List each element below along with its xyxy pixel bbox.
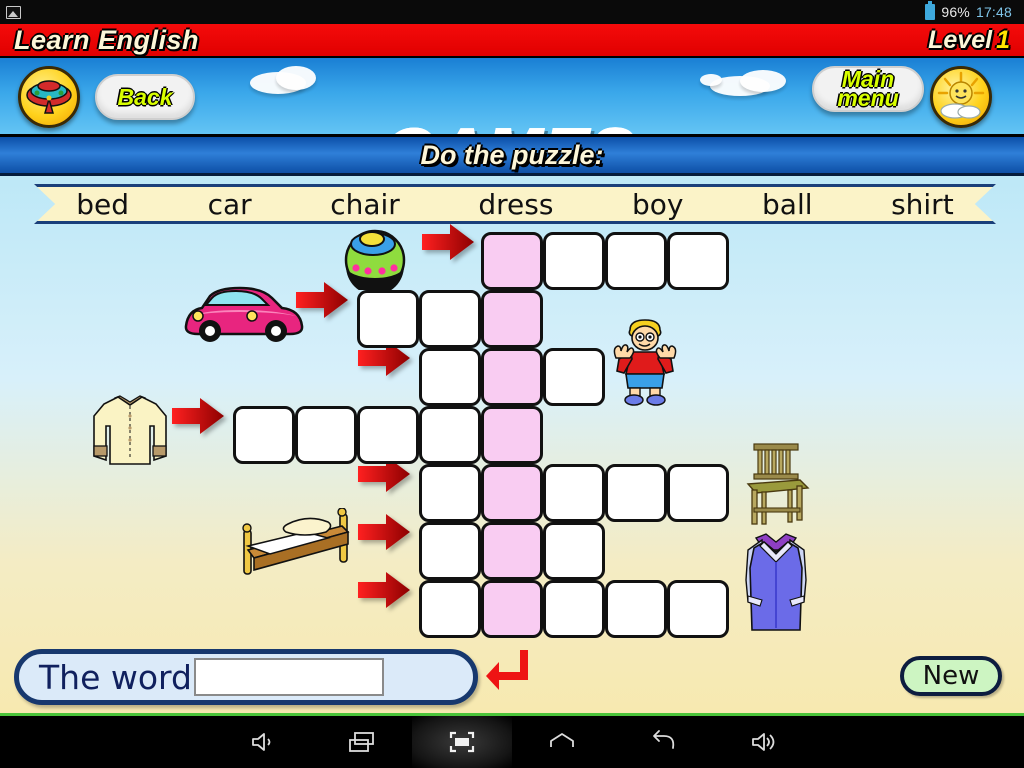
boy-picture — [608, 316, 682, 408]
word-bank-item[interactable]: boy — [632, 188, 683, 221]
level-indicator: Level 1 — [928, 26, 1010, 55]
word-bank-item[interactable]: chair — [330, 188, 400, 221]
puzzle-cell[interactable] — [419, 290, 481, 348]
word-bank-item[interactable]: car — [208, 188, 252, 221]
boy-glyph — [613, 319, 677, 406]
android-nav-bar — [0, 716, 1024, 768]
enter-arrow-icon — [486, 648, 528, 694]
puzzle-cell[interactable] — [667, 580, 729, 638]
back-button-label: Back — [117, 83, 173, 110]
spinning-top-glyph — [26, 80, 72, 114]
puzzle-cell[interactable] — [481, 464, 543, 522]
instruction-text: Do the puzzle: — [420, 139, 604, 170]
sun-icon[interactable] — [930, 66, 992, 128]
back-button[interactable]: Back — [88, 64, 203, 120]
row-arrow-dress — [358, 570, 410, 610]
android-status-bar: 96% 17:48 — [0, 0, 1024, 24]
puzzle-cell[interactable] — [419, 348, 481, 406]
cloud-decoration — [700, 74, 722, 86]
puzzle-cell[interactable] — [543, 522, 605, 580]
main-menu-button[interactable]: Main menu — [805, 56, 932, 112]
chair-picture — [742, 440, 812, 530]
level-number: 1 — [996, 25, 1010, 54]
word-bank-item[interactable]: ball — [762, 188, 813, 221]
answer-panel: The word — [14, 649, 478, 705]
puzzle-cell[interactable] — [357, 406, 419, 464]
recent-apps-icon[interactable] — [312, 716, 412, 768]
puzzle-cell[interactable] — [543, 464, 605, 522]
puzzle-cell[interactable] — [543, 348, 605, 406]
car-glyph — [184, 286, 304, 342]
row-arrow-ball — [422, 222, 474, 262]
puzzle-cell[interactable] — [543, 232, 605, 290]
cloud-decoration — [276, 66, 316, 90]
puzzle-cell[interactable] — [481, 348, 543, 406]
ball-glyph — [344, 229, 406, 295]
word-bank-item[interactable]: dress — [478, 188, 553, 221]
home-icon[interactable] — [512, 716, 612, 768]
status-left — [6, 5, 21, 19]
app-title-bar: Learn English Level 1 — [0, 24, 1024, 58]
row-arrow-shirt — [172, 396, 224, 436]
puzzle-play-area: bed car chair dress boy ball shirt The w… — [0, 176, 1024, 716]
word-bank: bed car chair dress boy ball shirt — [34, 184, 996, 224]
dress-glyph — [745, 533, 807, 631]
puzzle-cell[interactable] — [481, 290, 543, 348]
image-icon — [6, 5, 21, 19]
puzzle-cell[interactable] — [481, 522, 543, 580]
volume-up-icon[interactable] — [712, 716, 812, 768]
puzzle-cell[interactable] — [605, 464, 667, 522]
word-bank-item[interactable]: bed — [76, 188, 129, 221]
enter-arrow-glyph — [486, 650, 528, 690]
instruction-banner: Do the puzzle: — [0, 134, 1024, 176]
games-logo: GAMES — [330, 114, 690, 135]
car-picture — [178, 282, 310, 344]
screenshot-icon[interactable] — [412, 716, 512, 768]
ball-picture — [342, 228, 408, 295]
app-title: Learn English — [14, 24, 200, 55]
status-right: 96% 17:48 — [925, 1, 1018, 20]
puzzle-cell[interactable] — [419, 464, 481, 522]
puzzle-cell[interactable] — [481, 232, 543, 290]
back-icon[interactable] — [612, 716, 712, 768]
answer-label: The word — [39, 657, 192, 697]
row-arrow-car — [296, 280, 348, 320]
row-arrow-bed — [358, 512, 410, 552]
puzzle-cell[interactable] — [419, 406, 481, 464]
cloud-decoration — [740, 70, 786, 92]
clock: 17:48 — [975, 4, 1012, 20]
puzzle-cell[interactable] — [543, 580, 605, 638]
dress-picture — [740, 528, 812, 638]
sun-glyph — [937, 71, 985, 119]
new-puzzle-button-label: New — [922, 661, 980, 691]
chair-glyph — [746, 443, 810, 525]
puzzle-cell[interactable] — [357, 290, 419, 348]
puzzle-cell[interactable] — [605, 232, 667, 290]
bed-glyph — [242, 507, 350, 575]
battery-percent: 96% — [941, 4, 970, 20]
main-menu-line2: menu — [837, 85, 899, 111]
spinning-top-icon[interactable] — [18, 66, 80, 128]
word-bank-item[interactable]: shirt — [891, 188, 954, 221]
battery-icon — [925, 1, 936, 20]
answer-input[interactable] — [193, 658, 384, 696]
level-label: Level — [928, 25, 993, 54]
main-menu-button-label: Main menu — [837, 68, 899, 111]
puzzle-cell[interactable] — [419, 522, 481, 580]
puzzle-cell[interactable] — [295, 406, 357, 464]
puzzle-cell[interactable] — [605, 580, 667, 638]
puzzle-cell[interactable] — [419, 580, 481, 638]
volume-down-icon[interactable] — [212, 716, 312, 768]
puzzle-cell[interactable] — [667, 232, 729, 290]
new-puzzle-button[interactable]: New — [900, 656, 1002, 696]
puzzle-cell[interactable] — [481, 406, 543, 464]
puzzle-cell[interactable] — [233, 406, 295, 464]
puzzle-cell[interactable] — [667, 464, 729, 522]
puzzle-cell[interactable] — [481, 580, 543, 638]
bed-picture — [236, 507, 360, 580]
